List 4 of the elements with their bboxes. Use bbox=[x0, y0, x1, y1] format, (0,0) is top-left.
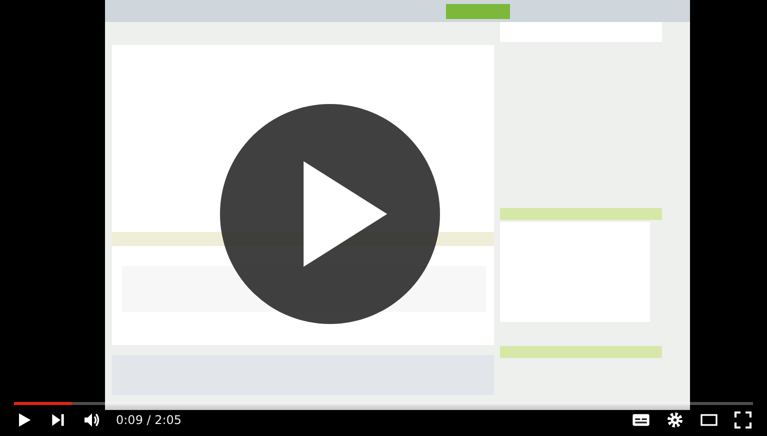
time-display: 0:09 / 2:05 bbox=[116, 413, 182, 427]
fullscreen-icon[interactable] bbox=[733, 410, 753, 430]
settings-icon[interactable] bbox=[665, 410, 685, 430]
play-button[interactable] bbox=[220, 104, 440, 324]
